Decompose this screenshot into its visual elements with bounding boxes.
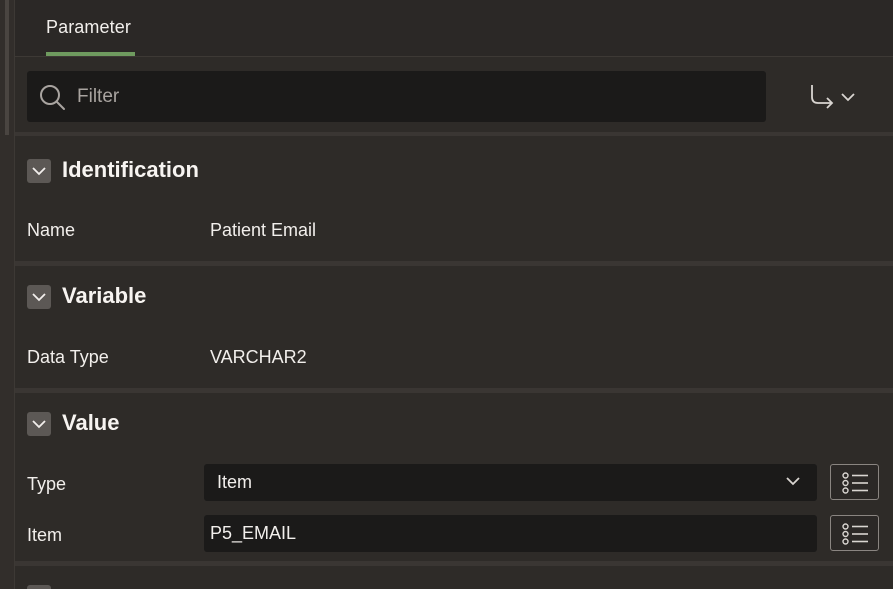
chevron-down-icon: [32, 420, 46, 429]
property-editor: Parameter Identification Name: [15, 0, 893, 589]
active-tab-indicator: [46, 52, 135, 56]
name-label: Name: [27, 220, 76, 240]
collapse-toggle[interactable]: [27, 159, 51, 183]
collapse-toggle[interactable]: [27, 285, 51, 309]
type-select[interactable]: Item: [204, 464, 817, 501]
filter-input[interactable]: [77, 71, 757, 122]
section-title: Value: [62, 410, 120, 435]
property-rows-value: Type Item Item: [15, 453, 893, 561]
go-to-arrow-icon: [811, 85, 834, 109]
type-label: Type: [27, 474, 67, 494]
section-identification-header[interactable]: Identification: [15, 140, 893, 200]
property-row-data-type: Data Type VARCHAR2: [15, 326, 893, 388]
data-type-label: Data Type: [27, 347, 109, 367]
list-icon: [842, 523, 868, 545]
section-title: Identification: [62, 157, 199, 182]
section-value-header[interactable]: Value: [15, 393, 893, 453]
filter-toolbar: [15, 57, 893, 136]
data-type-value: VARCHAR2: [210, 347, 307, 367]
filter-box[interactable]: [27, 71, 766, 122]
splitter-grip[interactable]: [5, 0, 9, 135]
item-field[interactable]: [204, 515, 817, 552]
type-list-button[interactable]: [830, 464, 879, 500]
type-select-value: Item: [217, 472, 253, 492]
item-list-button[interactable]: [830, 515, 879, 551]
tab-parameter[interactable]: Parameter: [46, 17, 131, 38]
left-splitter[interactable]: [0, 0, 15, 589]
list-icon: [842, 472, 868, 494]
property-row-name: Name Patient Email: [15, 200, 893, 261]
collapse-toggle[interactable]: [27, 412, 51, 436]
chevron-down-icon: [32, 293, 46, 302]
next-section-header[interactable]: [15, 566, 893, 589]
section-variable-header[interactable]: Variable: [15, 266, 893, 326]
chevron-down-icon: [786, 477, 800, 486]
go-to-group-button[interactable]: [808, 81, 858, 111]
item-label: Item: [27, 525, 63, 545]
section-title: Variable: [62, 283, 147, 308]
search-icon: [40, 85, 65, 110]
collapse-toggle[interactable]: [27, 585, 51, 589]
chevron-down-icon: [32, 167, 46, 176]
chevron-down-icon: [841, 93, 855, 102]
name-value[interactable]: Patient Email: [210, 220, 316, 241]
tab-bar: Parameter: [15, 0, 893, 57]
